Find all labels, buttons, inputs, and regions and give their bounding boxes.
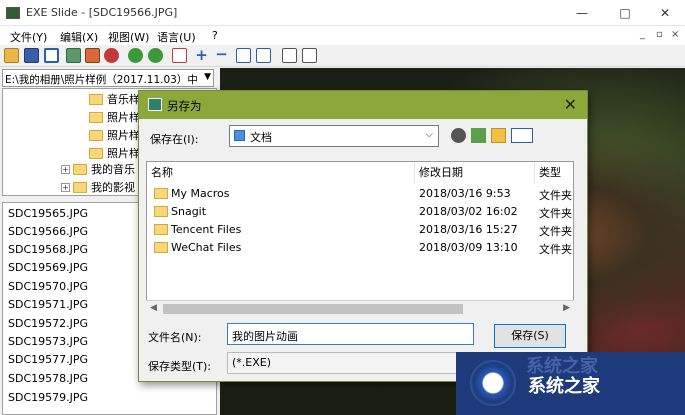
mdi-close-button[interactable]: × <box>671 29 679 40</box>
path-value: E:\我的相册\照片样例（2017.11.03）中午 <box>5 74 197 86</box>
folder-icon <box>89 93 103 105</box>
menu-edit[interactable]: 编辑(X) <box>60 29 98 45</box>
watermark-logo-icon <box>470 360 516 406</box>
tree-item[interactable]: 照片样 <box>89 145 140 162</box>
list-item[interactable]: SDC19571.JPG <box>8 298 88 316</box>
new-folder-icon[interactable] <box>491 128 506 143</box>
save-button[interactable]: 保存(S) <box>494 324 566 348</box>
menu-view[interactable]: 视图(W) <box>108 29 149 45</box>
table-row[interactable]: My Macros 2018/03/16 9:53 文件夹 <box>147 185 573 203</box>
documents-icon <box>234 130 245 141</box>
list-item[interactable]: SDC19572.JPG <box>8 317 88 335</box>
menu-language[interactable]: 语言(U) <box>157 29 196 45</box>
move-right-icon[interactable] <box>256 48 271 63</box>
folder-icon <box>154 242 168 253</box>
tree-expander[interactable]: + <box>61 165 70 174</box>
path-combobox[interactable]: E:\我的相册\照片样例（2017.11.03）中午 ▼ <box>2 69 214 87</box>
column-header-name[interactable]: 名称 <box>147 162 415 184</box>
watermark-text: 系统之家 <box>528 376 600 397</box>
window-titlebar: EXE Slide - [SDC19566.JPG] — □ ✕ <box>0 0 685 26</box>
folder-icon <box>73 181 87 193</box>
chevron-down-icon[interactable]: ▼ <box>204 72 211 82</box>
list-item[interactable]: SDC19579.JPG <box>8 391 88 409</box>
mdi-restore-button[interactable]: ▫ <box>656 29 663 40</box>
forward-icon[interactable] <box>148 48 163 63</box>
move-left-icon[interactable] <box>236 48 251 63</box>
filetype-label: 保存类型(T): <box>148 360 212 373</box>
window-icon[interactable] <box>44 48 59 63</box>
settings-icon[interactable] <box>104 48 119 63</box>
save-in-label: 保存在(I): <box>150 133 199 146</box>
folder-icon <box>73 163 87 175</box>
maximize-button[interactable]: □ <box>610 3 640 23</box>
scroll-right-icon[interactable]: ▶ <box>563 303 570 313</box>
filename-input[interactable]: 我的图片动画 <box>227 323 474 345</box>
tree-item-video[interactable]: 我的影视 <box>73 179 135 195</box>
up-folder-icon[interactable] <box>471 128 486 143</box>
list-item[interactable]: SDC19568.JPG <box>8 243 88 261</box>
table-row[interactable]: Snagit 2018/03/02 16:02 文件夹 <box>147 203 573 221</box>
save-as-dialog: 另存为 ✕ 保存在(I): 文档 ⌵ ︿ 名称 修改日期 类型 My Macro… <box>138 90 588 382</box>
tree-item-music[interactable]: 我的音乐 <box>73 161 135 178</box>
list-item[interactable]: SDC19569.JPG <box>8 261 88 279</box>
new-icon[interactable] <box>172 48 187 63</box>
back-icon[interactable] <box>128 48 143 63</box>
dialog-title: 另存为 <box>167 99 202 113</box>
menu-file[interactable]: 文件(Y) <box>10 29 47 45</box>
folder-icon <box>154 188 168 199</box>
dialog-app-icon <box>148 98 162 111</box>
list-icon[interactable] <box>302 48 317 63</box>
scroll-thumb[interactable] <box>163 304 463 314</box>
tree-item[interactable]: 照片样 <box>89 127 140 144</box>
app-icon <box>6 7 20 19</box>
list-item[interactable]: SDC19578.JPG <box>8 372 88 390</box>
folder-icon <box>154 224 168 235</box>
folder-icon <box>89 111 103 123</box>
menu-bar: 文件(Y) 编辑(X) 视图(W) 语言(U) ? _ ▫ × <box>0 26 685 45</box>
tree-expander[interactable]: + <box>61 183 70 192</box>
chevron-down-icon[interactable]: ⌵ <box>425 129 433 140</box>
toolbar: + − <box>0 45 685 67</box>
tree-item[interactable]: 照片样 <box>89 109 140 126</box>
image-icon[interactable] <box>85 48 100 63</box>
remove-icon[interactable]: − <box>214 47 229 63</box>
watermark: 系统之家 系统之家 <box>456 352 685 415</box>
list-item[interactable]: SDC19570.JPG <box>8 280 88 298</box>
folder-icon <box>154 206 168 217</box>
window-title: EXE Slide - [SDC19566.JPG] <box>26 6 178 19</box>
mdi-minimize-button[interactable]: _ <box>640 29 645 40</box>
filename-label: 文件名(N): <box>148 331 202 344</box>
add-icon[interactable]: + <box>194 48 209 63</box>
column-header-date[interactable]: 修改日期 <box>415 162 535 184</box>
list-item[interactable]: SDC19566.JPG <box>8 225 88 243</box>
table-row[interactable]: Tencent Files 2018/03/16 15:27 文件夹 <box>147 221 573 239</box>
horizontal-scrollbar[interactable]: ◀ ▶ <box>146 300 574 316</box>
folder-list[interactable]: ︿ 名称 修改日期 类型 My Macros 2018/03/16 9:53 文… <box>146 161 574 316</box>
list-item[interactable]: SDC19577.JPG <box>8 353 88 371</box>
save-in-combobox[interactable]: 文档 ⌵ <box>229 125 439 147</box>
scroll-left-icon[interactable]: ◀ <box>150 303 157 313</box>
dialog-close-button[interactable]: ✕ <box>564 95 577 114</box>
column-header-type[interactable]: 类型 <box>535 162 573 184</box>
save-in-value: 文档 <box>250 131 272 144</box>
folder-icon <box>89 147 103 159</box>
table-row[interactable]: WeChat Files 2018/03/09 13:10 文件夹 <box>147 239 573 257</box>
close-button[interactable]: ✕ <box>650 3 680 23</box>
minimize-button[interactable]: — <box>567 3 597 23</box>
filetype-combobox[interactable]: (*.EXE) <box>227 352 474 374</box>
open-folder-icon[interactable] <box>4 48 19 63</box>
slide-icon[interactable] <box>66 48 81 63</box>
folder-icon <box>89 129 103 141</box>
list-item[interactable]: SDC19565.JPG <box>8 207 88 225</box>
menu-help[interactable]: ? <box>212 29 218 42</box>
save-icon[interactable] <box>24 48 39 63</box>
grid-icon[interactable] <box>282 48 297 63</box>
tree-item[interactable]: 音乐样 <box>89 91 140 108</box>
dialog-titlebar: 另存为 ✕ <box>139 91 587 119</box>
list-item[interactable]: SDC19573.JPG <box>8 335 88 353</box>
view-menu-icon[interactable] <box>511 128 533 143</box>
back-icon[interactable] <box>451 128 466 143</box>
